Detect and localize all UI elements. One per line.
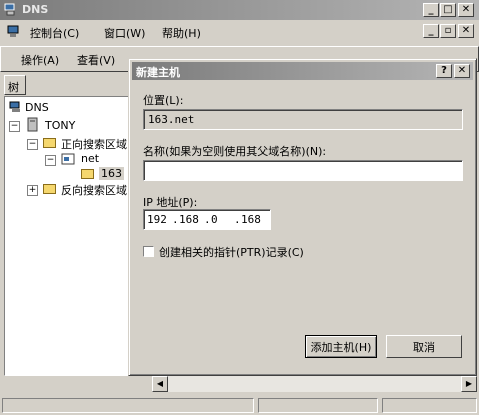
- collapse-icon[interactable]: −: [27, 139, 38, 150]
- collapse-icon[interactable]: −: [9, 121, 20, 132]
- dns-app-icon: [4, 3, 17, 16]
- action-menu[interactable]: 操作(A): [21, 52, 59, 68]
- window-titlebar: DNS _ □ ✕: [0, 0, 479, 20]
- close-button[interactable]: ✕: [458, 3, 474, 17]
- status-pane: [382, 398, 477, 413]
- console-icon: [6, 25, 20, 39]
- tree-item-net[interactable]: net: [81, 152, 99, 165]
- location-field: 163.net: [143, 109, 463, 130]
- folder-icon: [43, 184, 56, 194]
- ip-label: IP 地址(P):: [143, 196, 198, 209]
- child-minimize-button[interactable]: _: [423, 24, 439, 38]
- server-icon: [27, 117, 39, 132]
- cancel-button[interactable]: 取消: [386, 335, 462, 358]
- ip-address-input[interactable]: 192 . 168 . 0 . 168: [143, 209, 271, 230]
- menu-help[interactable]: 帮助(H): [162, 25, 201, 41]
- dialog-title: 新建主机: [136, 66, 180, 79]
- ip-dot: .: [204, 213, 211, 226]
- status-pane: [258, 398, 378, 413]
- help-button[interactable]: ?: [436, 64, 452, 78]
- window-title: DNS: [22, 3, 49, 16]
- menu-console[interactable]: 控制台(C): [30, 25, 79, 41]
- ip-dot: .: [172, 213, 179, 226]
- ip-octet-3[interactable]: 0: [211, 213, 218, 226]
- menubar: 控制台(C) 窗口(W) 帮助(H) _ ▫ ✕: [0, 20, 479, 44]
- cancel-button-label: 取消: [413, 340, 435, 354]
- zone-icon: [61, 152, 75, 165]
- tree-item-reverse-zone[interactable]: 反向搜索区域: [61, 182, 127, 198]
- add-host-button[interactable]: 添加主机(H): [305, 335, 377, 358]
- ip-octet-4[interactable]: 168: [241, 213, 261, 226]
- folder-icon: [43, 138, 56, 148]
- menu-window[interactable]: 窗口(W): [104, 25, 145, 41]
- tab-tree-label: 树: [8, 81, 19, 94]
- name-label: 名称(如果为空则使用其父域名称)(N):: [143, 145, 327, 158]
- add-host-button-label: 添加主机(H): [310, 340, 372, 354]
- tree-item-163[interactable]: 163: [99, 167, 124, 180]
- collapse-icon[interactable]: −: [45, 155, 56, 166]
- ptr-checkbox[interactable]: [143, 246, 154, 257]
- view-menu[interactable]: 查看(V): [77, 52, 115, 68]
- ip-octet-2[interactable]: 168: [179, 213, 199, 226]
- expand-icon[interactable]: +: [27, 185, 38, 196]
- child-restore-button[interactable]: ▫: [440, 24, 456, 38]
- tab-tree[interactable]: 树: [4, 75, 26, 95]
- ip-dot: .: [234, 213, 241, 226]
- folder-icon: [81, 169, 94, 179]
- status-bar: [0, 396, 479, 415]
- tree-item-tony[interactable]: TONY: [45, 119, 75, 132]
- dns-root-icon: [9, 101, 25, 113]
- tree-item-forward-zone[interactable]: 正向搜索区域: [61, 136, 127, 152]
- horizontal-scrollbar[interactable]: ◀ ▶: [152, 376, 477, 392]
- location-label: 位置(L):: [143, 94, 184, 107]
- ip-octet-1[interactable]: 192: [147, 213, 167, 226]
- dialog-titlebar: 新建主机 ? ✕: [132, 62, 473, 80]
- maximize-button[interactable]: □: [440, 3, 456, 17]
- tree-item-dns[interactable]: DNS: [25, 101, 49, 114]
- scroll-right-icon[interactable]: ▶: [461, 376, 477, 392]
- ptr-checkbox-label[interactable]: 创建相关的指针(PTR)记录(C): [159, 244, 304, 260]
- name-input[interactable]: [143, 160, 463, 181]
- scroll-left-icon[interactable]: ◀: [152, 376, 168, 392]
- minimize-button[interactable]: _: [423, 3, 439, 17]
- dialog-close-button[interactable]: ✕: [454, 64, 470, 78]
- new-host-dialog: 新建主机 ? ✕ 位置(L): 163.net 名称(如果为空则使用其父域名称)…: [128, 58, 477, 376]
- status-pane: [2, 398, 254, 413]
- child-close-button[interactable]: ✕: [458, 24, 474, 38]
